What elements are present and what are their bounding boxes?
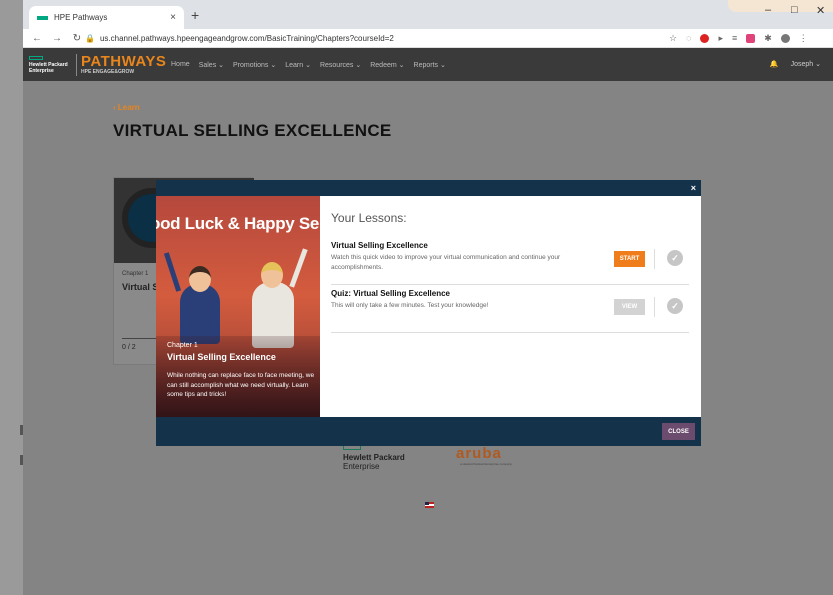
hpe-logo-line1: Hewlett Packard <box>29 61 68 68</box>
page-content: ‹ Learn VIRTUAL SELLING EXCELLENCE Chapt… <box>23 81 833 595</box>
page-title: VIRTUAL SELLING EXCELLENCE <box>113 121 392 140</box>
window-close-button[interactable]: ✕ <box>816 4 825 17</box>
extension-icon[interactable]: ▸ <box>718 33 723 44</box>
check-circle-icon: ✓ <box>667 250 683 266</box>
footer-hpe-line1: Hewlett Packard <box>343 453 405 462</box>
close-button[interactable]: CLOSE <box>662 423 695 440</box>
chapter-card-title: Virtual S <box>122 282 159 292</box>
site-header: Hewlett Packard Enterprise PATHWAYS HPE … <box>23 48 833 81</box>
chapter-progress: 0 / 2 <box>122 344 136 351</box>
tab-close-icon[interactable]: × <box>170 12 176 23</box>
opera-extension-icon[interactable] <box>700 33 710 43</box>
modal-body: ood Luck & Happy Selli Chapter 1 Virtual… <box>156 196 701 417</box>
promo-figure-arm <box>289 248 308 288</box>
browser-window: HPE Pathways × + – □ ✕ ← → ↻ 🔒 us.channe… <box>23 0 833 595</box>
minimize-button[interactable]: – <box>765 4 771 16</box>
promo-figure-head <box>189 266 211 292</box>
user-menu[interactable]: Joseph ⌄ <box>791 60 821 68</box>
lesson-description: Watch this quick video to improve your v… <box>331 254 561 271</box>
back-link-label: Learn <box>117 103 140 112</box>
aruba-tagline: a Hewlett Packard Enterprise company <box>460 462 512 466</box>
extension-icon[interactable]: ◌ <box>686 33 691 43</box>
menu-kebab-icon[interactable]: ⋮ <box>799 33 808 44</box>
view-button[interactable]: VIEW <box>614 299 645 315</box>
lesson-title: Quiz: Virtual Selling Excellence <box>331 289 451 298</box>
pathways-logo[interactable]: PATHWAYS HPE ENGAGE&GROW <box>81 52 167 75</box>
hpe-logo-line2: Enterprise <box>29 67 54 74</box>
main-nav: Home Sales ⌄ Promotions ⌄ Learn ⌄ Resour… <box>171 61 446 69</box>
nav-home[interactable]: Home <box>171 61 190 69</box>
extension-icon[interactable]: ≡ <box>732 33 737 43</box>
hpe-favicon-icon <box>37 15 48 20</box>
check-circle-icon: ✓ <box>667 298 683 314</box>
footer-aruba-logo: aruba a Hewlett Packard Enterprise compa… <box>456 445 516 466</box>
header-divider <box>76 53 77 76</box>
lessons-panel: Your Lessons: Virtual Selling Excellence… <box>331 196 701 417</box>
nav-resources[interactable]: Resources ⌄ <box>320 61 361 69</box>
nav-learn[interactable]: Learn ⌄ <box>285 61 311 69</box>
nav-promotions[interactable]: Promotions ⌄ <box>233 61 276 69</box>
lesson-divider <box>654 249 655 269</box>
reload-icon[interactable]: ↻ <box>71 33 83 44</box>
back-arrow-icon[interactable]: ← <box>31 33 43 44</box>
maximize-button[interactable]: □ <box>791 4 798 16</box>
header-right: 🔔 Joseph ⌄ <box>770 60 821 68</box>
promo-title: Virtual Selling Excellence <box>167 352 276 362</box>
chapter-modal: × ood Luck & Happy Selli Chapter 1 Virtu… <box>156 180 701 446</box>
puzzle-icon[interactable]: ✱ <box>764 33 772 44</box>
extension-toolbar: ☆ ◌ ▸ ≡ ✱ ⋮ <box>669 31 808 45</box>
promo-chapter-label: Chapter 1 <box>167 342 198 349</box>
lock-icon[interactable]: 🔒 <box>85 34 95 43</box>
lessons-heading: Your Lessons: <box>331 211 407 225</box>
lesson-divider <box>654 297 655 317</box>
forward-arrow-icon[interactable]: → <box>51 33 63 44</box>
url-field[interactable]: 🔒 us.channel.pathways.hpeengageandgrow.c… <box>85 29 394 48</box>
nav-reports[interactable]: Reports ⌄ <box>414 61 446 69</box>
lesson-row: Quiz: Virtual Selling Excellence This wi… <box>331 289 689 333</box>
aruba-wordmark: aruba <box>456 445 502 462</box>
lesson-description: This will only take a few minutes. Test … <box>331 302 489 309</box>
start-button[interactable]: START <box>614 251 645 267</box>
hpe-logo[interactable]: Hewlett Packard Enterprise <box>29 55 72 74</box>
promo-figure-head <box>261 262 283 288</box>
promo-figure-man <box>180 284 220 344</box>
browser-tab[interactable]: HPE Pathways × <box>29 6 184 29</box>
us-flag-icon[interactable] <box>425 502 434 508</box>
modal-close-icon[interactable]: × <box>691 183 696 193</box>
chevron-left-icon: ‹ <box>113 103 116 112</box>
lesson-title: Virtual Selling Excellence <box>331 241 428 250</box>
nav-sales[interactable]: Sales ⌄ <box>199 61 224 69</box>
desktop-left-strip <box>0 0 23 595</box>
extension-icon[interactable] <box>746 33 756 43</box>
chapter-promo-image: ood Luck & Happy Selli Chapter 1 Virtual… <box>156 196 320 417</box>
url-text: us.channel.pathways.hpeengageandgrow.com… <box>99 34 394 43</box>
lesson-row: Virtual Selling Excellence Watch this qu… <box>331 241 689 285</box>
promo-banner-text: ood Luck & Happy Selli <box>156 214 320 233</box>
brand-name: PATHWAYS <box>81 52 167 70</box>
promo-figure-arm <box>163 252 182 292</box>
tab-bar: HPE Pathways × + – □ ✕ <box>23 0 833 29</box>
bookmark-star-icon[interactable]: ☆ <box>669 33 677 44</box>
address-bar: ← → ↻ 🔒 us.channel.pathways.hpeengageand… <box>23 29 833 48</box>
promo-description: While nothing can replace face to face m… <box>167 372 315 398</box>
nav-redeem[interactable]: Redeem ⌄ <box>370 61 404 69</box>
new-tab-button[interactable]: + <box>191 8 199 22</box>
bell-icon[interactable]: 🔔 <box>770 60 779 68</box>
chapter-card-label: Chapter 1 <box>122 271 149 277</box>
back-to-learn-link[interactable]: ‹ Learn <box>113 103 140 112</box>
hpe-logo-bar <box>29 55 43 60</box>
profile-avatar[interactable] <box>780 33 790 43</box>
footer-hpe-line2: Enterprise <box>343 462 380 471</box>
footer-hpe-logo: Hewlett Packard Enterprise <box>343 445 413 471</box>
tab-title: HPE Pathways <box>54 13 108 22</box>
